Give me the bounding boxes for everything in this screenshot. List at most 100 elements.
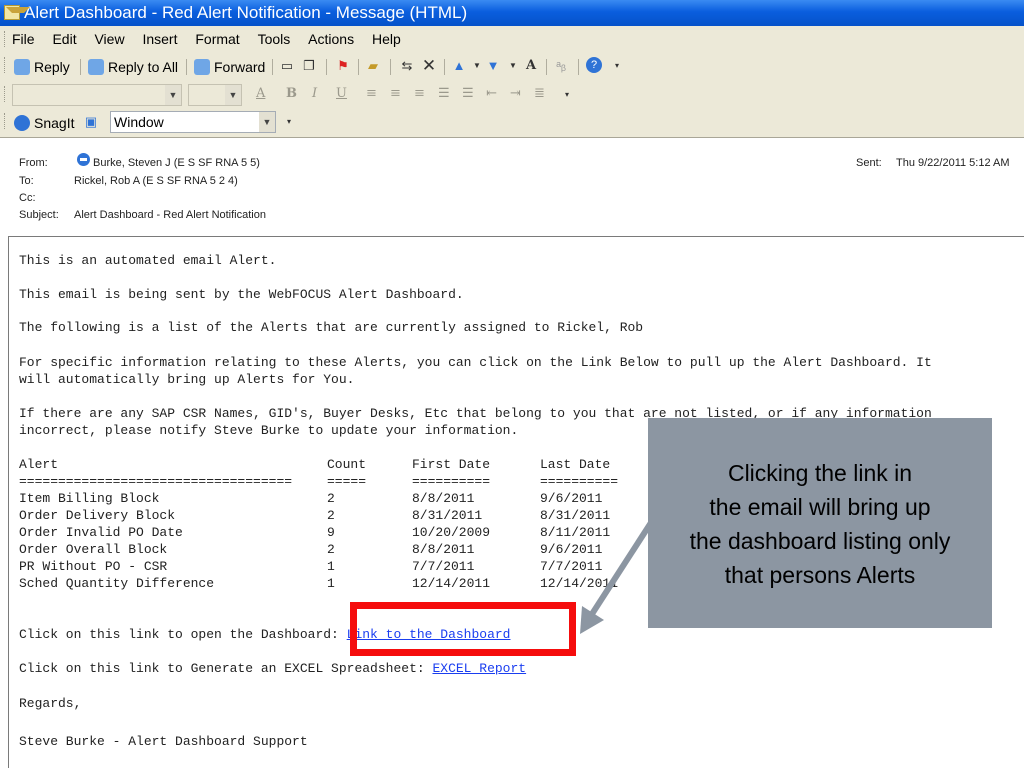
table-cell: Item Billing Block [19,491,160,506]
regards-text: Regards, [19,696,82,711]
snagit-icon [14,115,30,131]
table-cell: 8/31/2011 [412,508,483,523]
font-color-icon[interactable]: A [256,86,265,101]
menu-help[interactable]: Help [372,26,401,52]
reply-all-button[interactable]: Reply to All [86,56,178,78]
table-header: First Date [412,457,491,472]
toolbar-separator [390,59,391,75]
from-label: From: [19,157,48,169]
toolbar-grip[interactable] [4,113,7,129]
body-line: The following is a list of the Alerts th… [19,320,644,335]
message-header: From: Burke, Steven J (E S SF RNA 5 5) T… [0,139,1024,235]
folder-icon[interactable]: ▰ [364,57,382,75]
window-title: Alert Dashboard - Red Alert Notification… [24,3,468,22]
chevron-down-icon[interactable]: ▼ [504,57,522,75]
table-cell: 1 [327,559,335,574]
toolbar-separator [326,59,327,75]
table-cell: Order Delivery Block [19,508,176,523]
table-cell: 2 [327,491,335,506]
subject-value: Alert Dashboard - Red Alert Notification [74,209,266,221]
table-cell: 9/6/2011 [540,491,603,506]
align-left-icon[interactable]: ≡ [366,86,377,101]
chevron-down-icon: ▼ [165,85,181,105]
font-style-select[interactable]: ▼ [12,84,182,106]
from-value[interactable]: Burke, Steven J (E S SF RNA 5 5) [93,157,260,169]
align-right-icon[interactable]: ≡ [414,86,425,101]
table-cell: 12/14/2011 [412,576,491,591]
underline-icon[interactable]: U [336,86,347,101]
toolbar-separator [186,59,187,75]
table-cell: 10/20/2009 [412,525,491,540]
toolbar-separator [272,59,273,75]
help-icon[interactable]: ? [586,57,602,73]
formatting-toolbar: ▼ ▼ A B I U ≡ ≡ ≡ ☰ ☰ ⇤ ⇥ ≣ ▾ [0,81,1024,110]
table-header: Alert [19,457,59,472]
excel-report-link[interactable]: EXCEL Report [432,661,526,676]
toolbar-options-icon[interactable]: ▾ [280,113,298,131]
callout-line: the email will bring up [709,494,931,520]
toolbar-grip[interactable] [4,86,7,102]
callout-line: the dashboard listing only [689,528,951,554]
toolbar-separator [546,59,547,75]
excel-link-prompt: Click on this link to Generate an EXCEL … [19,661,433,676]
excel-link-line: Click on this link to Generate an EXCEL … [19,661,526,676]
forward-icon [194,59,210,75]
annotation-callout: Clicking the link in the email will brin… [648,418,992,628]
paragraph-icon[interactable]: ≣ [534,86,545,101]
chevron-down-icon: ▼ [259,112,275,132]
reply-button[interactable]: Reply [12,56,70,78]
flag-icon[interactable]: ⚑ [334,57,352,75]
snagit-capture-icon[interactable]: ▣ [82,113,100,131]
table-cell: 8/8/2011 [412,542,475,557]
toolbar-options-icon[interactable]: ▾ [558,86,576,104]
numbered-list-icon[interactable]: ☰ [462,86,474,101]
snagit-button[interactable]: SnagIt [12,112,74,134]
reply-label: Reply [34,59,70,75]
window-title-bar[interactable]: Alert Dashboard - Red Alert Notification… [0,0,1024,26]
reply-icon [14,59,30,75]
to-label: To: [19,175,34,187]
font-size-icon[interactable]: A [522,57,540,75]
menu-tools[interactable]: Tools [258,26,291,52]
delete-icon[interactable]: ✕ [420,57,438,75]
body-line: This email is being sent by the WebFOCUS… [19,287,464,302]
menu-file[interactable]: File [12,26,35,52]
bold-icon[interactable]: B [286,86,297,101]
toolbar-options-icon[interactable]: ▾ [608,57,626,75]
align-center-icon[interactable]: ≡ [390,86,401,101]
envelope-icon [4,5,30,20]
menu-actions[interactable]: Actions [308,26,354,52]
toolbar-grip[interactable] [4,57,7,73]
table-cell: 2 [327,542,335,557]
bullet-list-icon[interactable]: ☰ [438,86,450,101]
menu-view[interactable]: View [94,26,124,52]
table-rule: ===== [327,474,367,489]
previous-item-icon[interactable]: ▲ [450,57,468,75]
dashboard-link-prompt: Click on this link to open the Dashboard… [19,627,347,642]
next-item-icon[interactable]: ▼ [484,57,502,75]
menu-format[interactable]: Format [195,26,239,52]
table-cell: 7/7/2011 [412,559,475,574]
toolbar-grip[interactable] [4,31,7,47]
move-icon[interactable]: ⇆ [398,57,416,75]
body-line: incorrect, please notify Steve Burke to … [19,423,519,438]
italic-icon[interactable]: I [312,86,317,101]
table-cell: Order Invalid PO Date [19,525,183,540]
table-cell: 8/8/2011 [412,491,475,506]
table-rule: ========== [412,474,491,489]
copy-icon[interactable]: ❐ [300,57,318,75]
presence-icon[interactable] [77,153,90,166]
window-select[interactable]: Window ▼ [110,111,276,133]
decrease-indent-icon[interactable]: ⇤ [486,86,497,101]
spelling-icon[interactable]: ᵃᵦ [552,57,570,75]
body-line: will automatically bring up Alerts for Y… [19,372,355,387]
forward-button[interactable]: Forward [192,56,265,78]
menu-insert[interactable]: Insert [142,26,177,52]
menu-edit[interactable]: Edit [52,26,76,52]
increase-indent-icon[interactable]: ⇥ [510,86,521,101]
link-highlight-box [350,602,576,656]
print-icon[interactable]: ▭ [278,57,296,75]
font-size-select[interactable]: ▼ [188,84,242,106]
subject-label: Subject: [19,209,59,221]
to-value[interactable]: Rickel, Rob A (E S SF RNA 5 2 4) [74,175,238,187]
